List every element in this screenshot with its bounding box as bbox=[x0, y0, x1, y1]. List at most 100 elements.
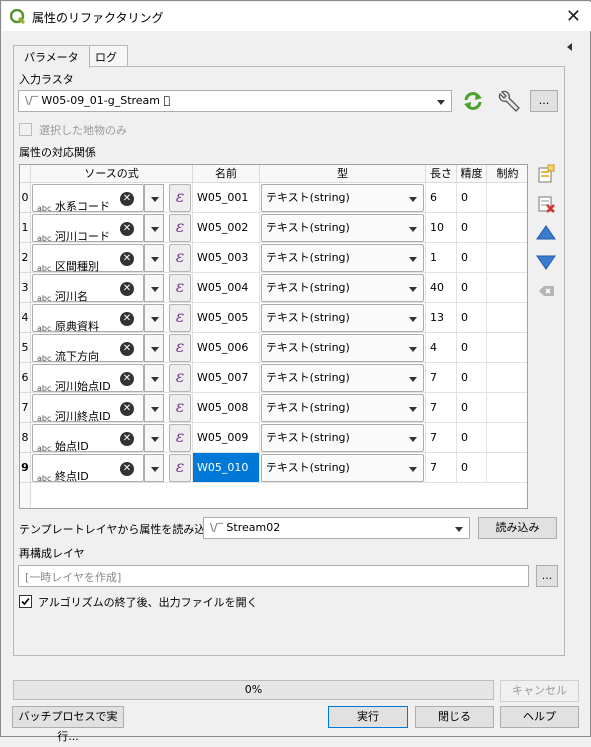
clear-icon[interactable]: ✕ bbox=[120, 222, 134, 236]
close-button[interactable]: 閉じる bbox=[415, 706, 494, 728]
refresh-icon[interactable] bbox=[461, 90, 485, 112]
expression-builder-icon[interactable]: ε bbox=[169, 424, 191, 452]
template-layer-combo[interactable]: \/‾ Stream02 bbox=[203, 517, 470, 539]
output-layer-input[interactable]: [一時レイヤを作成] bbox=[18, 565, 529, 587]
field-type-combo[interactable]: テキスト(string) bbox=[261, 304, 424, 332]
more-options-button[interactable]: ... bbox=[530, 90, 558, 112]
source-dropdown-button[interactable] bbox=[144, 244, 164, 272]
field-name-cell[interactable]: W05_006 bbox=[193, 333, 260, 363]
field-constraint-cell[interactable] bbox=[487, 423, 527, 453]
field-constraint-cell[interactable] bbox=[487, 183, 527, 213]
row-header[interactable]: 4 bbox=[20, 303, 31, 333]
collapse-panel-icon[interactable] bbox=[567, 43, 572, 51]
expression-builder-icon[interactable]: ε bbox=[169, 214, 191, 242]
clear-icon[interactable]: ✕ bbox=[120, 462, 134, 476]
field-constraint-cell[interactable] bbox=[487, 363, 527, 393]
field-precision-cell[interactable]: 0 bbox=[457, 303, 487, 333]
run-button[interactable]: 実行 bbox=[328, 706, 408, 728]
field-type-combo[interactable]: テキスト(string) bbox=[261, 364, 424, 392]
expression-builder-icon[interactable]: ε bbox=[169, 364, 191, 392]
tab-parameters[interactable]: パラメータ bbox=[13, 45, 90, 68]
input-raster-combo[interactable]: \/‾ W05-09_01-g_Stream ⃞ bbox=[18, 90, 452, 112]
field-length-cell[interactable]: 6 bbox=[426, 183, 457, 213]
source-dropdown-button[interactable] bbox=[144, 394, 164, 422]
field-constraint-cell[interactable] bbox=[487, 453, 527, 483]
open-output-checkbox[interactable] bbox=[19, 595, 32, 608]
field-type-combo[interactable]: テキスト(string) bbox=[261, 424, 424, 452]
field-constraint-cell[interactable] bbox=[487, 243, 527, 273]
selected-only-checkbox[interactable] bbox=[19, 123, 32, 136]
row-header[interactable]: 8 bbox=[20, 423, 31, 453]
output-browse-button[interactable]: ... bbox=[536, 565, 558, 587]
field-type-combo[interactable]: テキスト(string) bbox=[261, 214, 424, 242]
source-expression-input[interactable]: abc 河川終点ID ✕ bbox=[32, 394, 144, 422]
field-length-cell[interactable]: 7 bbox=[426, 423, 457, 453]
source-expression-input[interactable]: abc 原典資料 ✕ bbox=[32, 304, 144, 332]
field-name-cell[interactable]: W05_002 bbox=[193, 213, 260, 243]
field-precision-cell[interactable]: 0 bbox=[457, 333, 487, 363]
source-dropdown-button[interactable] bbox=[144, 334, 164, 362]
field-name-cell[interactable]: W05_001 bbox=[193, 183, 260, 213]
col-header-type[interactable]: 型 bbox=[260, 165, 426, 183]
field-name-cell[interactable]: W05_005 bbox=[193, 303, 260, 333]
field-length-cell[interactable]: 13 bbox=[426, 303, 457, 333]
clear-icon[interactable]: ✕ bbox=[120, 372, 134, 386]
field-length-cell[interactable]: 4 bbox=[426, 333, 457, 363]
source-dropdown-button[interactable] bbox=[144, 274, 164, 302]
clear-icon[interactable]: ✕ bbox=[120, 282, 134, 296]
batch-process-button[interactable]: バッチプロセスで実行... bbox=[12, 706, 124, 743]
row-header[interactable]: 3 bbox=[20, 273, 31, 303]
expression-builder-icon[interactable]: ε bbox=[169, 304, 191, 332]
col-header-precision[interactable]: 精度 bbox=[457, 165, 487, 183]
expression-builder-icon[interactable]: ε bbox=[169, 454, 191, 482]
field-type-combo[interactable]: テキスト(string) bbox=[261, 394, 424, 422]
expression-builder-icon[interactable]: ε bbox=[169, 334, 191, 362]
clear-icon[interactable]: ✕ bbox=[120, 312, 134, 326]
source-expression-input[interactable]: abc 河川コード ✕ bbox=[32, 214, 144, 242]
field-name-cell[interactable]: W05_003 bbox=[193, 243, 260, 273]
field-constraint-cell[interactable] bbox=[487, 333, 527, 363]
field-name-cell[interactable]: W05_009 bbox=[193, 423, 260, 453]
row-header[interactable]: 5 bbox=[20, 333, 31, 363]
field-constraint-cell[interactable] bbox=[487, 273, 527, 303]
expression-builder-icon[interactable]: ε bbox=[169, 184, 191, 212]
row-header[interactable]: 2 bbox=[20, 243, 31, 273]
clear-icon[interactable]: ✕ bbox=[120, 402, 134, 416]
clear-icon[interactable]: ✕ bbox=[120, 192, 134, 206]
field-name-cell[interactable]: W05_004 bbox=[193, 273, 260, 303]
delete-field-icon[interactable] bbox=[535, 193, 557, 215]
field-length-cell[interactable]: 10 bbox=[426, 213, 457, 243]
field-type-combo[interactable]: テキスト(string) bbox=[261, 184, 424, 212]
expression-builder-icon[interactable]: ε bbox=[169, 274, 191, 302]
field-precision-cell[interactable]: 0 bbox=[457, 363, 487, 393]
field-type-combo[interactable]: テキスト(string) bbox=[261, 334, 424, 362]
source-expression-input[interactable]: abc 区間種別 ✕ bbox=[32, 244, 144, 272]
add-field-icon[interactable] bbox=[535, 164, 557, 186]
row-header[interactable]: 7 bbox=[20, 393, 31, 423]
field-name-cell[interactable]: W05_010 bbox=[193, 453, 260, 483]
cancel-button[interactable]: キャンセル bbox=[500, 680, 579, 702]
load-fields-button[interactable]: 読み込み bbox=[478, 517, 557, 539]
field-length-cell[interactable]: 1 bbox=[426, 243, 457, 273]
move-up-icon[interactable] bbox=[535, 222, 557, 244]
col-header-name[interactable]: 名前 bbox=[193, 165, 260, 183]
col-header-source[interactable]: ソースの式 bbox=[31, 165, 193, 183]
field-constraint-cell[interactable] bbox=[487, 393, 527, 423]
field-precision-cell[interactable]: 0 bbox=[457, 393, 487, 423]
field-precision-cell[interactable]: 0 bbox=[457, 273, 487, 303]
field-length-cell[interactable]: 7 bbox=[426, 453, 457, 483]
field-constraint-cell[interactable] bbox=[487, 303, 527, 333]
col-header-constraint[interactable]: 制約 bbox=[487, 165, 527, 183]
help-button[interactable]: ヘルプ bbox=[500, 706, 579, 728]
source-dropdown-button[interactable] bbox=[144, 214, 164, 242]
field-length-cell[interactable]: 7 bbox=[426, 363, 457, 393]
move-down-icon[interactable] bbox=[535, 251, 557, 273]
source-expression-input[interactable]: abc 終点ID ✕ bbox=[32, 454, 144, 482]
field-precision-cell[interactable]: 0 bbox=[457, 423, 487, 453]
source-dropdown-button[interactable] bbox=[144, 364, 164, 392]
field-precision-cell[interactable]: 0 bbox=[457, 183, 487, 213]
clear-icon[interactable]: ✕ bbox=[120, 342, 134, 356]
row-header[interactable]: 1 bbox=[20, 213, 31, 243]
field-length-cell[interactable]: 7 bbox=[426, 393, 457, 423]
row-header[interactable]: 9 bbox=[20, 453, 31, 483]
